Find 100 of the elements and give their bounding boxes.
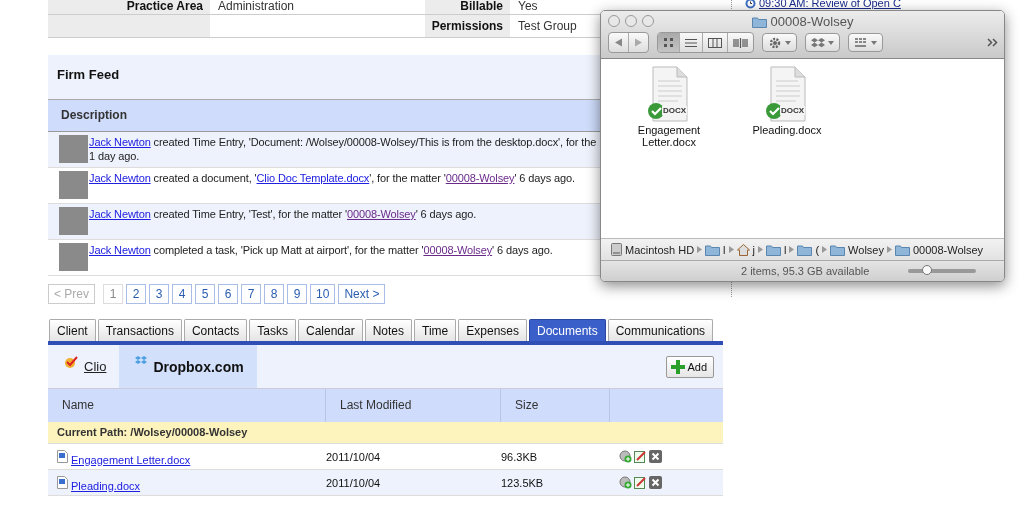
feed-link[interactable]: Jack Newton	[89, 172, 151, 184]
back-arrow-icon[interactable]	[614, 38, 623, 47]
page-button[interactable]: 4	[172, 284, 192, 304]
path-separator-icon	[697, 246, 703, 253]
column-header: Last Modified	[326, 389, 501, 422]
field-value: Administration	[218, 0, 295, 13]
feed-link[interactable]: 00008-Wolsey	[347, 208, 416, 220]
path-separator-icon	[887, 246, 892, 253]
current-path: Current Path: /Wolsey/00008-Wolsey	[48, 422, 723, 444]
tab[interactable]: Documents	[529, 319, 606, 341]
feed-link[interactable]: Jack Newton	[89, 208, 151, 220]
delete-icon[interactable]	[649, 476, 662, 489]
house-icon	[736, 243, 750, 256]
close-button[interactable]	[608, 15, 620, 27]
page-button[interactable]: 8	[264, 284, 284, 304]
file-size: 123.5KB	[501, 470, 610, 496]
feed-entry-text: Jack Newton completed a task, 'Pick up Matt at airport', for the matter '00008-Wolsey' 6 days ago.	[89, 243, 553, 257]
avatar-placeholder	[59, 171, 88, 199]
page-button[interactable]: 6	[218, 284, 238, 304]
page-button[interactable]: 9	[287, 284, 307, 304]
caret-icon	[828, 40, 834, 45]
gear-icon	[768, 35, 782, 50]
tab[interactable]: Communications	[607, 319, 714, 341]
file-link[interactable]: Pleading.docx	[71, 479, 141, 492]
avatar-placeholder	[59, 243, 88, 271]
back-forward-buttons[interactable]	[608, 32, 649, 53]
double-chevron-icon[interactable]	[987, 38, 998, 47]
tab[interactable]: Notes	[364, 319, 413, 341]
path-item[interactable]: l	[705, 243, 726, 256]
source-tab[interactable]: Dropbox.com	[119, 345, 257, 388]
source-tab[interactable]: Clio	[48, 345, 120, 388]
tab[interactable]: Calendar	[298, 319, 363, 341]
avatar-placeholder	[59, 135, 88, 163]
field-value: Yes	[518, 0, 538, 13]
tab[interactable]: Expenses	[458, 319, 527, 341]
field-label: Permissions	[431, 19, 503, 33]
feed-link[interactable]: Jack Newton	[89, 244, 151, 256]
folder-icon	[797, 243, 813, 256]
globe-plus-icon[interactable]	[619, 450, 632, 463]
gear-menu-button[interactable]	[762, 33, 797, 52]
page-button[interactable]: 2	[126, 284, 146, 304]
feed-link[interactable]: Jack Newton	[89, 136, 151, 148]
path-item[interactable]: j	[736, 243, 755, 256]
field-label: Billable	[460, 0, 503, 13]
path-item[interactable]: l	[766, 243, 787, 256]
folder-icon	[751, 15, 767, 28]
path-separator-icon	[822, 246, 828, 253]
globe-plus-icon[interactable]	[619, 476, 632, 489]
file-name[interactable]: Pleading.docx	[747, 124, 827, 136]
page-button[interactable]: 3	[149, 284, 169, 304]
current-page[interactable]: 1	[103, 284, 123, 304]
cover-flow-icon[interactable]	[733, 37, 748, 48]
caret-icon	[871, 40, 877, 45]
tab[interactable]: Tasks	[249, 319, 296, 341]
page-button[interactable]: 5	[195, 284, 215, 304]
tab[interactable]: Time	[414, 319, 457, 341]
slider-thumb[interactable]	[922, 265, 933, 275]
agenda-link[interactable]: 09:30 AM: Review of Open C	[759, 0, 901, 9]
status-text: 2 items, 95.3 GB available	[741, 265, 870, 277]
field-value: Test Group	[518, 19, 577, 33]
column-header: Size	[501, 389, 610, 422]
path-item[interactable]: Macintosh HD	[611, 243, 695, 256]
path-separator-icon	[728, 246, 734, 253]
tab[interactable]: Transactions	[97, 319, 182, 341]
file-link[interactable]: Engagement Letter.docx	[71, 453, 191, 466]
feed-entry-text: Jack Newton created Time Entry, 'Document: /Wolsey/00008-Wolsey/This is from the desktop.docx', for the 1 day ago.	[89, 135, 597, 163]
path-separator-icon	[789, 246, 795, 253]
modified-date: 2011/10/04	[326, 470, 501, 496]
document-icon	[57, 450, 68, 463]
folder-icon	[766, 243, 781, 256]
feed-entry-text: Jack Newton created Time Entry, 'Test', for the matter '00008-Wolsey' 6 days ago.	[89, 207, 477, 221]
delete-icon[interactable]	[649, 450, 662, 463]
tab[interactable]: Contacts	[183, 319, 248, 341]
folder-icon	[830, 243, 846, 256]
icon-view-icon[interactable]	[663, 37, 674, 48]
path-item[interactable]: Wolsey	[830, 243, 884, 256]
list-view-icon[interactable]	[685, 37, 697, 48]
page-button[interactable]: 7	[241, 284, 261, 304]
window-title: 00008-Wolsey	[770, 14, 854, 29]
edit-icon[interactable]	[634, 476, 647, 489]
feed-entry-text: Jack Newton created a document, 'Clio Doc Template.docx', for the matter '00008-Wolsey' 6 days ago.	[89, 171, 575, 185]
path-item[interactable]: 00008-Wolsey	[895, 243, 984, 256]
document-icon	[57, 476, 68, 489]
arrange-icon	[854, 35, 868, 50]
zoom-button[interactable]	[642, 15, 654, 27]
arrange-menu-button[interactable]	[848, 33, 883, 52]
field-label: Practice Area	[126, 0, 203, 13]
add-button[interactable]: Add	[666, 355, 714, 378]
column-header: Name	[48, 389, 326, 422]
folder-icon	[705, 243, 721, 256]
avatar-placeholder	[59, 207, 88, 235]
tab[interactable]: Client	[49, 319, 96, 341]
path-item[interactable]: (	[797, 243, 820, 256]
plus-icon	[671, 359, 686, 374]
dropbox-menu-button[interactable]	[805, 33, 840, 52]
minimize-button[interactable]	[625, 15, 637, 27]
page-button[interactable]: 10	[310, 284, 336, 304]
column-view-icon[interactable]	[708, 37, 722, 48]
edit-icon[interactable]	[634, 450, 647, 463]
page-button[interactable]: Next >	[338, 284, 386, 304]
